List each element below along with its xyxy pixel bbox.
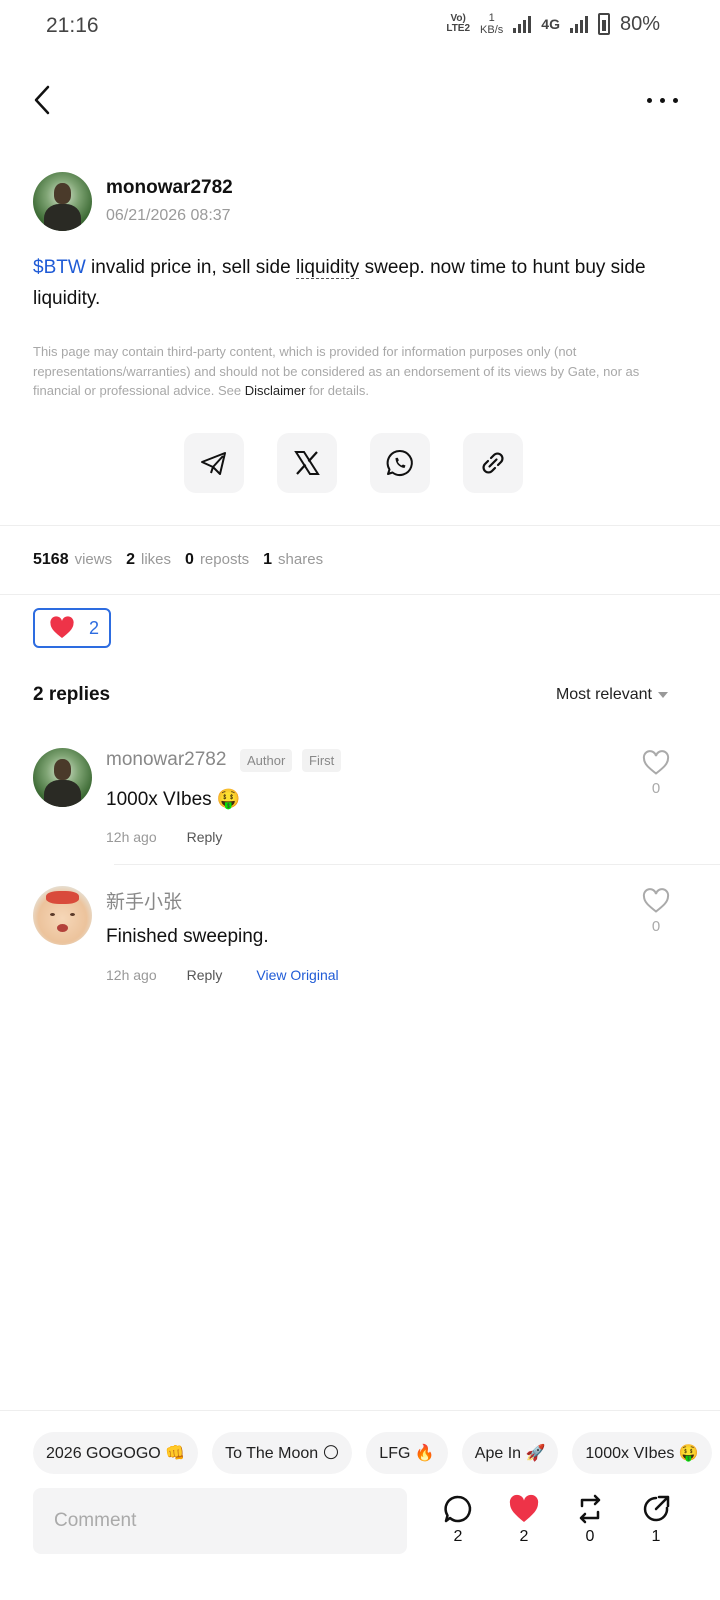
reposts-count: 0 xyxy=(185,551,194,568)
battery-icon xyxy=(597,13,610,35)
quick-reply-chip[interactable]: To The Moon 🌕 xyxy=(212,1432,353,1474)
view-original-link[interactable]: View Original xyxy=(256,967,338,983)
copy-link-button[interactable] xyxy=(463,433,523,493)
comment-button[interactable]: 2 xyxy=(438,1494,478,1546)
share-row xyxy=(184,433,523,493)
share-count: 1 xyxy=(651,1528,661,1545)
comment-count: 2 xyxy=(453,1528,463,1545)
reply-author[interactable]: monowar2782 xyxy=(106,749,226,771)
first-badge: First xyxy=(302,749,342,772)
comment-input[interactable]: Comment xyxy=(33,1488,407,1554)
network-speed: 1 KB/s xyxy=(480,12,504,36)
reply-button[interactable]: Reply xyxy=(187,967,223,983)
comment-bubble-icon xyxy=(444,1495,472,1523)
heart-reaction-chip[interactable]: 2 xyxy=(33,608,111,648)
post-stats: 5168 views 2 likes 0 reposts 1 shares xyxy=(33,551,331,569)
like-button[interactable]: 2 xyxy=(504,1494,544,1546)
share-x-button[interactable] xyxy=(277,433,337,493)
disclaimer-link[interactable]: Disclaimer xyxy=(245,383,306,398)
heart-icon xyxy=(509,1494,539,1522)
reaction-count: 2 xyxy=(89,617,100,638)
reply-text: 1000x VIbes 🤑 xyxy=(106,789,241,810)
share-icon xyxy=(643,1495,670,1522)
reply-avatar[interactable] xyxy=(33,886,92,945)
quick-reply-chip[interactable]: Ape In 🚀 xyxy=(461,1432,559,1474)
link-icon xyxy=(482,452,504,474)
heart-icon xyxy=(50,616,74,638)
share-whatsapp-button[interactable] xyxy=(370,433,430,493)
author-badge: Author xyxy=(240,749,293,772)
whatsapp-icon xyxy=(386,449,413,476)
signal-icon xyxy=(513,15,532,33)
repost-button[interactable]: 0 xyxy=(570,1494,610,1546)
likes-label: likes xyxy=(141,551,172,568)
views-label: views xyxy=(74,551,113,568)
quick-reply-chip[interactable]: LFG 🔥 xyxy=(366,1432,448,1474)
shares-label: shares xyxy=(278,551,324,568)
x-icon xyxy=(294,451,320,475)
battery-percent: 80% xyxy=(619,12,660,35)
reply-like-count: 0 xyxy=(651,780,661,797)
signal-icon-2 xyxy=(569,15,588,33)
heart-outline-icon xyxy=(642,888,670,913)
reply-meta: 12h ago Reply xyxy=(106,829,222,845)
disclaimer: This page may contain third-party conten… xyxy=(33,344,640,398)
repost-icon xyxy=(579,1494,601,1524)
divider xyxy=(0,594,720,595)
reply-time: 12h ago xyxy=(106,829,157,845)
caret-down-icon xyxy=(658,692,668,698)
reply-avatar[interactable] xyxy=(33,748,92,807)
status-bar: 21:16 Vo) LTE2 1 KB/s 4G 80% xyxy=(0,0,720,56)
reply-like-button[interactable]: 0 xyxy=(642,888,670,935)
reply-like-count: 0 xyxy=(651,918,661,935)
like-count: 2 xyxy=(519,1528,529,1545)
quick-reply-chip[interactable]: 2026 GOGOGO 👊 xyxy=(33,1432,199,1474)
more-options-button[interactable] xyxy=(638,90,678,110)
post-text: invalid price in, sell side xyxy=(85,257,296,278)
reply-author[interactable]: 新手小张 xyxy=(106,887,182,914)
post-date: 06/21/2026 08:37 xyxy=(106,207,231,224)
term-tooltip[interactable]: liquidity xyxy=(295,257,360,279)
views-count: 5168 xyxy=(33,551,69,568)
reply-meta: 12h ago Reply View Original xyxy=(106,967,339,983)
quick-reply-chip[interactable]: 1000x VIbes 🤑 xyxy=(572,1432,712,1474)
chevron-left-icon xyxy=(34,85,50,115)
reply-button[interactable]: Reply xyxy=(187,829,223,845)
dot-icon xyxy=(647,97,652,103)
status-time: 21:16 xyxy=(46,14,99,37)
telegram-icon xyxy=(201,452,226,475)
post-body: $BTW invalid price in, sell side liquidi… xyxy=(33,252,683,314)
sort-dropdown[interactable]: Most relevant xyxy=(556,686,668,704)
bottom-divider xyxy=(0,1410,720,1411)
author-avatar[interactable] xyxy=(33,172,92,231)
share-telegram-button[interactable] xyxy=(184,433,244,493)
status-indicators: Vo) LTE2 1 KB/s 4G 80% xyxy=(446,12,660,36)
reply-time: 12h ago xyxy=(106,967,157,983)
likes-count: 2 xyxy=(126,551,136,568)
reply-like-button[interactable]: 0 xyxy=(642,750,670,797)
share-button[interactable]: 1 xyxy=(636,1494,676,1546)
repost-count: 0 xyxy=(585,1528,595,1545)
sort-label: Most relevant xyxy=(555,686,652,703)
back-button[interactable] xyxy=(28,80,62,120)
volte-indicator: Vo) LTE2 xyxy=(446,13,471,34)
ticker-link[interactable]: $BTW xyxy=(33,257,86,278)
author-name[interactable]: monowar2782 xyxy=(106,177,233,199)
reposts-label: reposts xyxy=(199,551,250,568)
divider xyxy=(0,525,720,526)
reply-text: Finished sweeping. xyxy=(106,926,269,947)
shares-count: 1 xyxy=(263,551,273,568)
replies-title: 2 replies xyxy=(33,684,111,705)
divider xyxy=(114,864,720,865)
network-type: 4G xyxy=(541,16,560,32)
heart-outline-icon xyxy=(642,750,670,775)
dot-icon xyxy=(660,97,665,103)
quick-reply-bar: 2026 GOGOGO 👊 To The Moon 🌕 LFG 🔥 Ape In… xyxy=(33,1432,712,1474)
dot-icon xyxy=(673,97,678,103)
